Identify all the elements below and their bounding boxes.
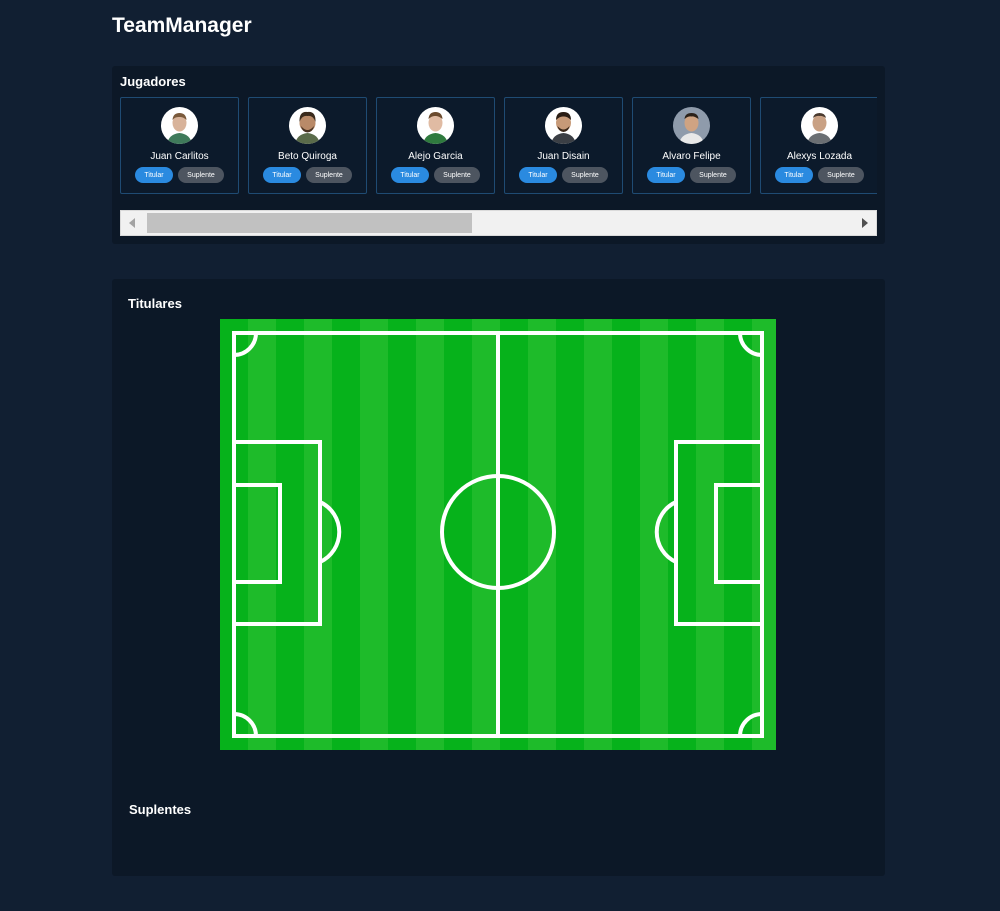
player-photo-icon: [673, 107, 710, 144]
player-actions: Titular Suplente: [633, 167, 750, 183]
player-name: Alexys Lozada: [786, 151, 853, 162]
player-list: Juan Carlitos Titular Suplente Beto Quir…: [120, 97, 877, 194]
player-card: Alejo Garcia Titular Suplente: [376, 97, 495, 194]
scrollbar-thumb[interactable]: [147, 213, 472, 233]
starters-title: Titulares: [128, 296, 182, 311]
player-photo-icon: [545, 107, 582, 144]
titular-button[interactable]: Titular: [391, 167, 429, 183]
player-actions: Titular Suplente: [249, 167, 366, 183]
player-name: Juan Disain: [537, 151, 590, 162]
horizontal-scrollbar[interactable]: [120, 210, 877, 236]
players-panel: Jugadores Juan Carlitos Titular Suplente: [112, 66, 885, 244]
suplente-button[interactable]: Suplente: [562, 167, 608, 183]
player-actions: Titular Suplente: [761, 167, 877, 183]
player-photo-icon: [161, 107, 198, 144]
titular-button[interactable]: Titular: [647, 167, 685, 183]
players-section-title: Jugadores: [120, 74, 186, 89]
triangle-right-icon[interactable]: [862, 218, 868, 228]
player-avatar: [161, 107, 198, 144]
player-name: Juan Carlitos: [150, 151, 209, 162]
player-card: Juan Disain Titular Suplente: [504, 97, 623, 194]
player-photo-icon: [801, 107, 838, 144]
player-actions: Titular Suplente: [377, 167, 494, 183]
player-photo-icon: [289, 107, 326, 144]
player-card: Alexys Lozada Titular Suplente: [760, 97, 877, 194]
titular-button[interactable]: Titular: [775, 167, 813, 183]
app-title: TeamManager: [112, 14, 252, 37]
player-avatar: [417, 107, 454, 144]
player-card: Juan Carlitos Titular Suplente: [120, 97, 239, 194]
player-actions: Titular Suplente: [505, 167, 622, 183]
suplente-button[interactable]: Suplente: [434, 167, 480, 183]
suplente-button[interactable]: Suplente: [178, 167, 224, 183]
player-photo-icon: [417, 107, 454, 144]
player-card: Beto Quiroga Titular Suplente: [248, 97, 367, 194]
player-actions: Titular Suplente: [121, 167, 238, 183]
player-avatar: [289, 107, 326, 144]
triangle-left-icon[interactable]: [129, 218, 135, 228]
player-name: Alejo Garcia: [408, 151, 463, 162]
suplente-button[interactable]: Suplente: [306, 167, 352, 183]
player-avatar: [801, 107, 838, 144]
player-card: Alvaro Felipe Titular Suplente: [632, 97, 751, 194]
player-name: Alvaro Felipe: [662, 151, 721, 162]
titular-button[interactable]: Titular: [263, 167, 301, 183]
player-avatar: [673, 107, 710, 144]
subs-title: Suplentes: [129, 802, 192, 817]
lineup-panel: Titulares Suplentes: [112, 279, 885, 876]
titular-button[interactable]: Titular: [135, 167, 173, 183]
titular-button[interactable]: Titular: [519, 167, 557, 183]
suplente-button[interactable]: Suplente: [690, 167, 736, 183]
player-name: Beto Quiroga: [278, 151, 337, 162]
player-avatar: [545, 107, 582, 144]
suplente-button[interactable]: Suplente: [818, 167, 864, 183]
soccer-pitch: [220, 319, 776, 750]
